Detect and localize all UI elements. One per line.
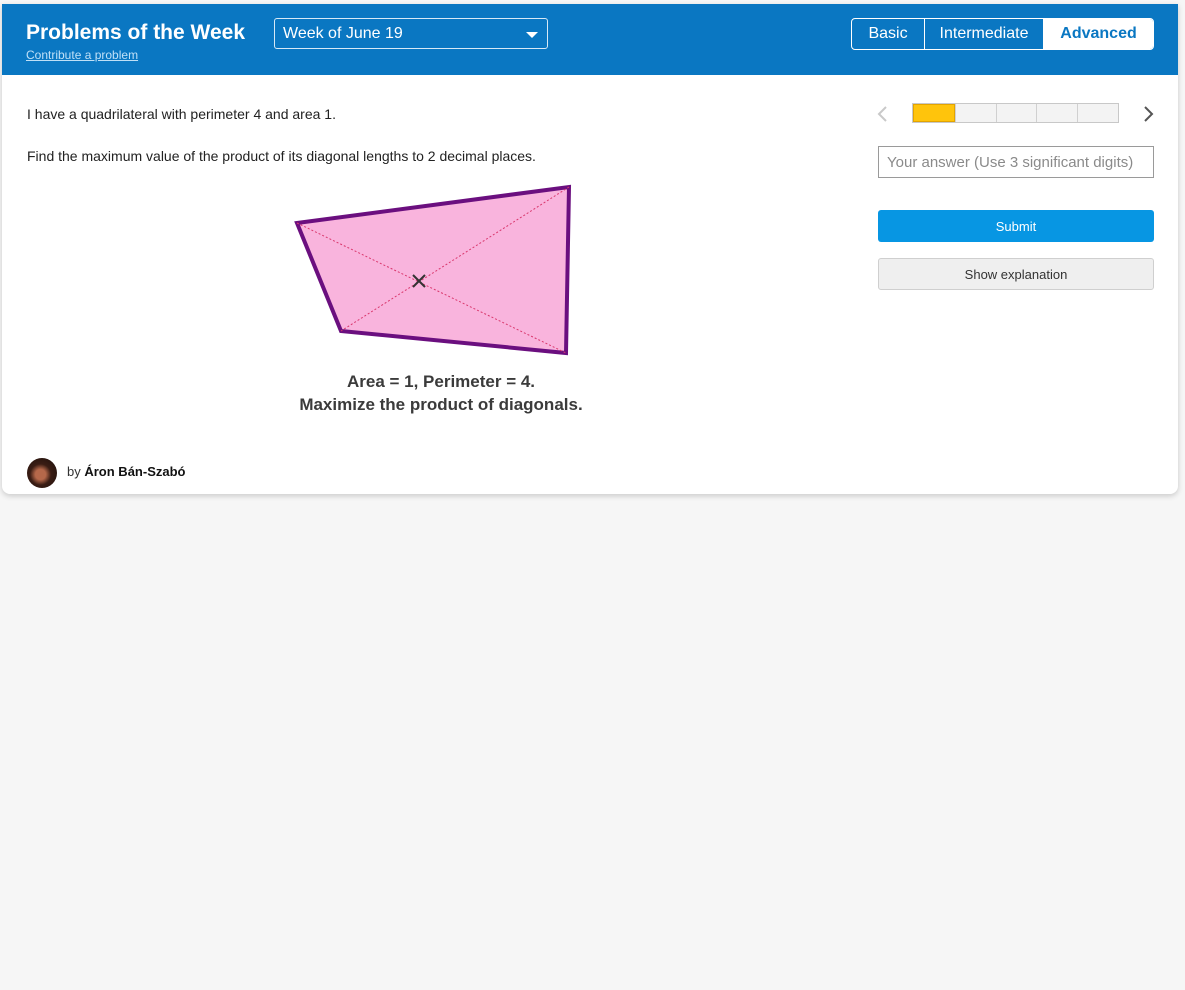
author-name[interactable]: Áron Bán-Szabó	[84, 464, 185, 479]
week-select[interactable]: Week of June 19	[274, 18, 548, 49]
contribute-link[interactable]: Contribute a problem	[26, 48, 138, 62]
submit-button[interactable]: Submit	[878, 210, 1154, 242]
problem-progress-bar	[912, 103, 1119, 123]
problem-card: Problems of the Week Contribute a proble…	[2, 4, 1178, 494]
level-advanced-button[interactable]: Advanced	[1043, 19, 1153, 49]
author-byline: by Áron Bán-Szabó	[67, 464, 185, 479]
chevron-down-icon	[526, 32, 538, 38]
chevron-right-icon[interactable]	[1140, 104, 1156, 124]
level-toggle: Basic Intermediate Advanced	[851, 18, 1154, 50]
progress-segment-1[interactable]	[913, 104, 955, 122]
progress-segment-5[interactable]	[1077, 104, 1118, 122]
quadrilateral-shape	[294, 184, 572, 356]
figure-caption-line-2: Maximize the product of diagonals.	[299, 395, 583, 414]
level-basic-button[interactable]: Basic	[852, 19, 924, 49]
level-intermediate-button[interactable]: Intermediate	[924, 19, 1043, 49]
chevron-left-icon[interactable]	[875, 104, 891, 124]
progress-segment-2[interactable]	[954, 104, 996, 122]
author-avatar[interactable]	[27, 458, 57, 488]
answer-input[interactable]	[878, 146, 1154, 178]
byline-prefix: by	[67, 464, 81, 479]
page-title: Problems of the Week	[26, 21, 246, 44]
progress-segment-3[interactable]	[995, 104, 1037, 122]
figure-caption-line-1: Area = 1, Perimeter = 4.	[346, 372, 536, 391]
quadrilateral-figure	[294, 184, 572, 356]
progress-segment-4[interactable]	[1036, 104, 1077, 122]
problem-question: Find the maximum value of the product of…	[27, 148, 536, 164]
header-bar: Problems of the Week Contribute a proble…	[2, 4, 1178, 75]
week-select-value: Week of June 19	[283, 25, 403, 42]
show-explanation-button[interactable]: Show explanation	[878, 258, 1154, 290]
problem-statement: I have a quadrilateral with perimeter 4 …	[27, 106, 336, 122]
